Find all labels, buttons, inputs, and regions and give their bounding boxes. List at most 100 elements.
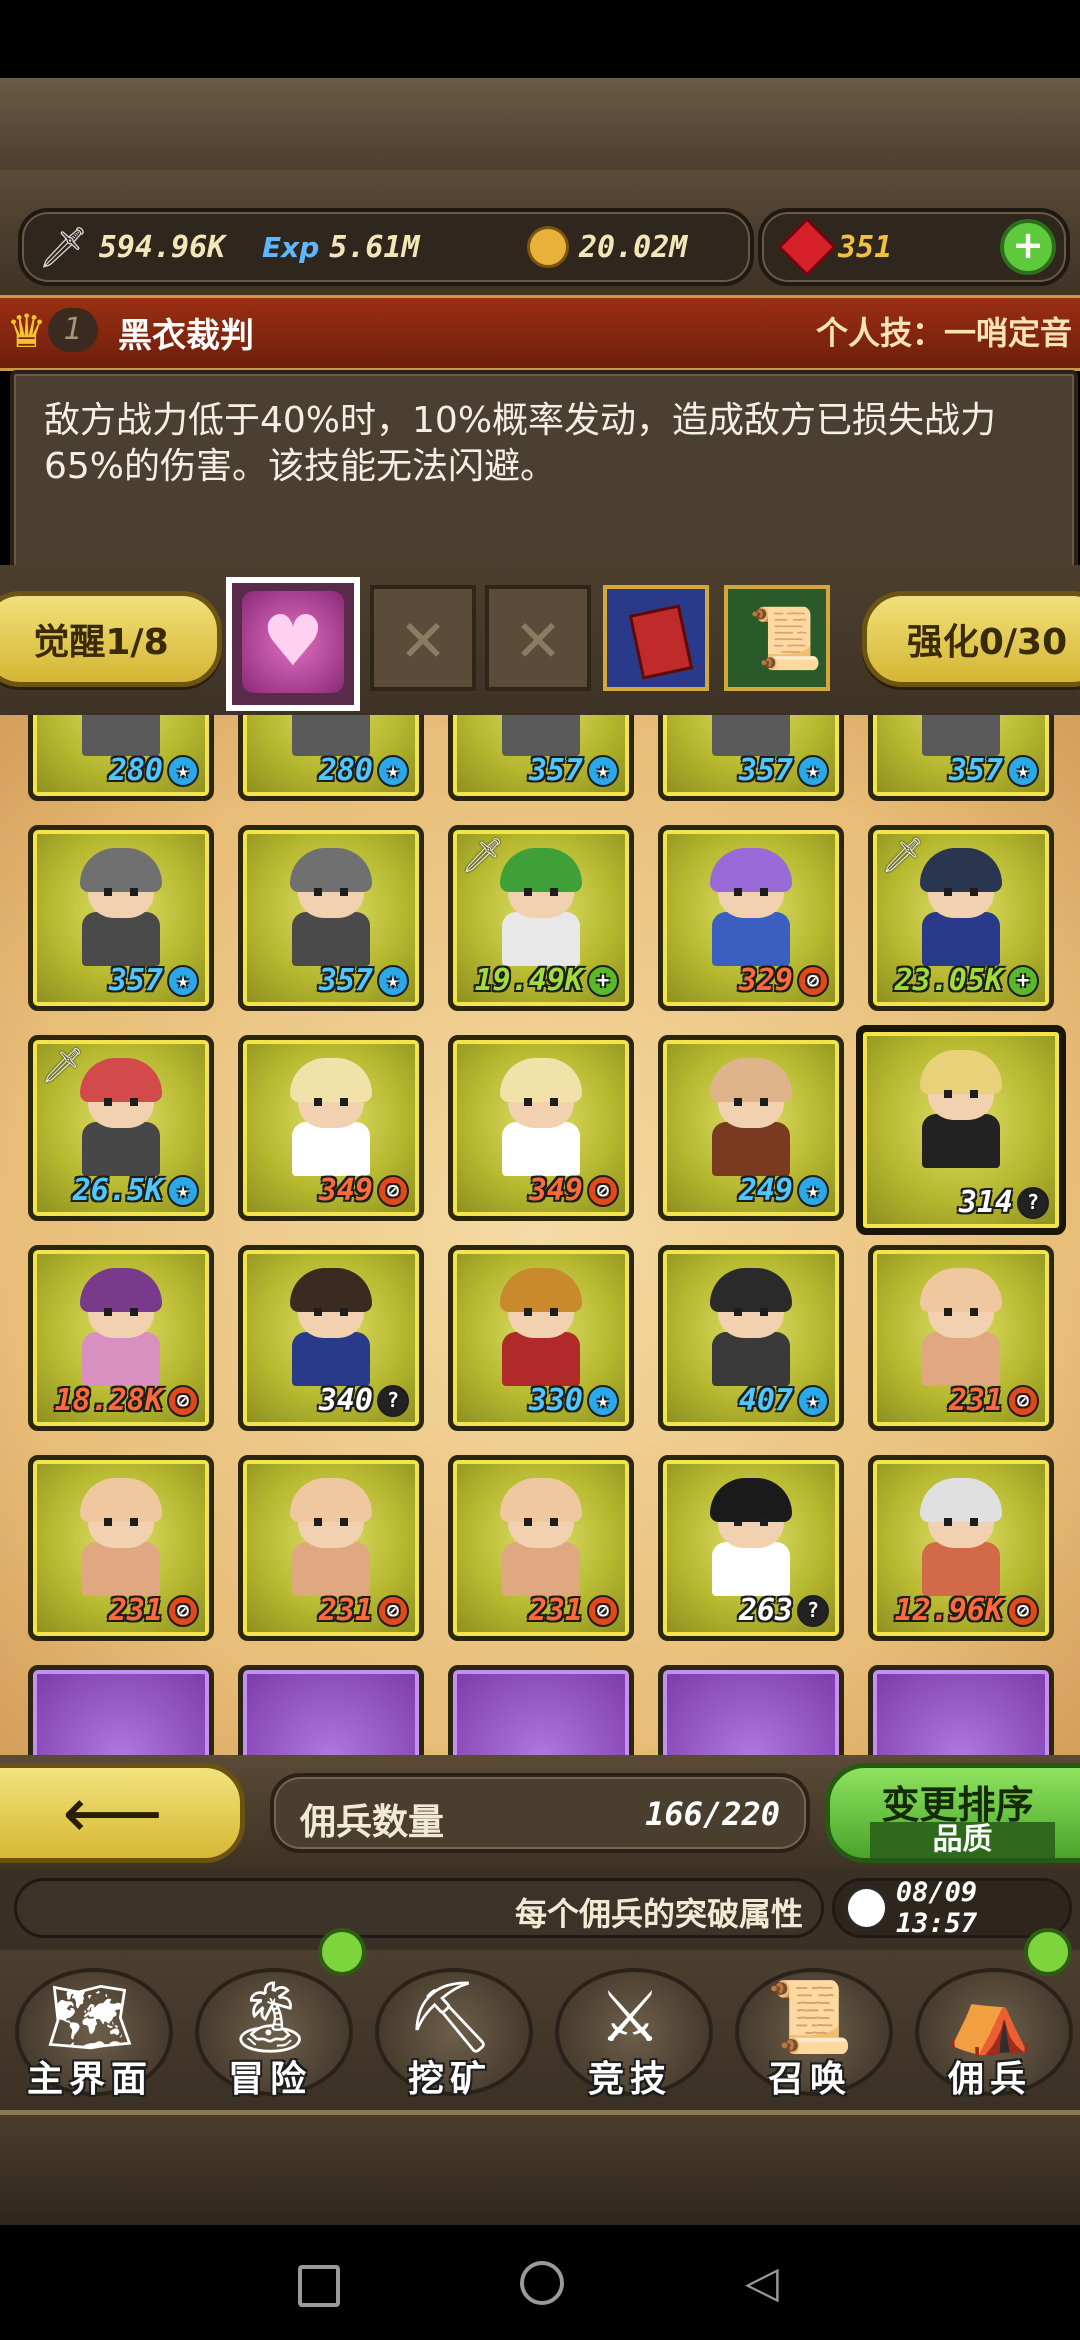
back-system-button[interactable]: ◁ <box>745 2257 779 2308</box>
time-display: 08/09 13:57 <box>832 1877 1072 1939</box>
nav-item[interactable]: 📜 召唤 <box>720 1950 900 2110</box>
sort-button[interactable]: 变更排序 品质 <box>825 1763 1080 1863</box>
summon-scroll-icon: 📜 <box>766 1976 854 2058</box>
add-gems-button[interactable]: + <box>1000 219 1056 275</box>
mercenary-card[interactable]: 231 ⊘ <box>448 1455 634 1641</box>
mercenary-card[interactable]: 231 ⊘ <box>238 1455 424 1641</box>
mercenary-card[interactable]: 357 ★ <box>238 825 424 1011</box>
slot-empty-1[interactable] <box>370 585 476 691</box>
mercenary-card[interactable] <box>28 1665 214 1755</box>
mercenary-card[interactable]: 329 ⊘ <box>658 825 844 1011</box>
mercenary-portrait <box>696 1478 806 1598</box>
mercenary-card[interactable]: 263? <box>658 1455 844 1641</box>
mercenary-card[interactable]: 231 ⊘ <box>28 1455 214 1641</box>
power-badge: 329 ⊘ <box>739 963 829 998</box>
mercenary-card[interactable]: 357 ★ <box>448 715 634 801</box>
slot-red-book[interactable] <box>603 585 709 691</box>
mercenary-card[interactable]: 349 ⊘ <box>448 1035 634 1221</box>
mercenary-card[interactable]: 357 ★ <box>658 715 844 801</box>
nav-item[interactable]: ⚔ 竞技 <box>540 1950 720 2110</box>
mercenary-portrait <box>696 1058 806 1178</box>
forbidden-icon: ⊘ <box>1007 1594 1039 1627</box>
book-icon <box>628 604 694 680</box>
mercenary-portrait <box>906 715 1016 758</box>
mercenary-card[interactable] <box>658 1665 844 1755</box>
power-value: 263 <box>738 1593 793 1628</box>
plus-icon: + <box>587 964 619 997</box>
mercenary-count-box: 佣兵数量 166/220 <box>270 1773 810 1853</box>
power-value: 280 <box>318 753 373 788</box>
mercenary-card[interactable]: 407 ★ <box>658 1245 844 1431</box>
power-value: 26.5K <box>72 1173 163 1208</box>
forbidden-icon: ⊘ <box>1007 1384 1039 1417</box>
mercenary-portrait <box>906 1268 1016 1388</box>
power-value: 231 <box>948 1383 1003 1418</box>
mercenary-card[interactable]: 314? <box>856 1025 1066 1235</box>
mercenary-card[interactable]: 330 ★ <box>448 1245 634 1431</box>
mercenary-card[interactable]: 349 ⊘ <box>238 1035 424 1221</box>
mercenary-portrait <box>66 1478 176 1598</box>
main-nav: 🗺 主界面 🏝 冒险 ⛏ 挖矿 ⚔ 竞技 📜 召唤 ⛺ 佣兵 <box>0 1928 1080 2110</box>
mercenary-card[interactable]: 357 ★ <box>28 825 214 1011</box>
mercenary-card[interactable]: 249 ★ <box>658 1035 844 1221</box>
tent-icon: ⛺ <box>946 1976 1034 2058</box>
mercenary-card[interactable]: 12.96K ⊘ <box>868 1455 1054 1641</box>
star-icon: ★ <box>377 754 409 787</box>
slot-scroll[interactable]: 📜 <box>724 585 830 691</box>
star-icon: ★ <box>587 754 619 787</box>
mercenary-card[interactable]: 357 ★ <box>868 715 1054 801</box>
enhance-button[interactable]: 强化0/30 <box>862 591 1080 687</box>
home-button[interactable] <box>520 2261 564 2305</box>
forbidden-icon: ⊘ <box>377 1174 409 1207</box>
question-icon: ? <box>377 1384 409 1417</box>
nav-item[interactable]: ⛏ 挖矿 <box>360 1950 540 2110</box>
attack-value: 594.96K <box>98 229 226 265</box>
pickaxe-icon: ⛏ <box>405 1976 495 2058</box>
mercenary-card[interactable]: 🗡 19.49K + <box>448 825 634 1011</box>
star-icon: ★ <box>797 754 829 787</box>
power-badge: 12.96K ⊘ <box>895 1593 1039 1628</box>
mercenary-card[interactable]: 231 ⊘ <box>868 1245 1054 1431</box>
mercenary-card[interactable] <box>868 1665 1054 1755</box>
gem-pill: 351 + <box>758 208 1070 286</box>
mercenary-portrait <box>66 1268 176 1388</box>
power-badge: 330 ★ <box>529 1383 619 1418</box>
power-badge: 18.28K ⊘ <box>55 1383 199 1418</box>
mercenary-card[interactable]: 🗡 26.5K ★ <box>28 1035 214 1221</box>
exp-value: 5.61M <box>329 229 420 265</box>
mercenary-card[interactable]: 18.28K ⊘ <box>28 1245 214 1431</box>
power-value: 357 <box>738 753 793 788</box>
skill-description-box: 敌方战力低于40%时，10%概率发动，造成敌方已损失战力65%的伤害。该技能无法… <box>10 370 1078 573</box>
awaken-button[interactable]: 觉醒1/8 <box>0 591 222 687</box>
back-button[interactable]: ⟵ <box>0 1763 245 1863</box>
mercenary-card[interactable]: 280 ★ <box>238 715 424 801</box>
mercenary-card[interactable] <box>238 1665 424 1755</box>
ruby-icon <box>777 217 837 277</box>
power-badge: 23.05K + <box>895 963 1039 998</box>
mercenary-card[interactable]: 🗡 23.05K + <box>868 825 1054 1011</box>
status-bar <box>0 0 1080 78</box>
mercenary-card[interactable]: 280 ★ <box>28 715 214 801</box>
forbidden-icon: ⊘ <box>587 1174 619 1207</box>
slot-empty-2[interactable] <box>485 585 591 691</box>
power-value: 12.96K <box>894 1593 1003 1628</box>
power-badge: 340? <box>319 1383 409 1418</box>
mercenary-card[interactable] <box>448 1665 634 1755</box>
mercenary-portrait <box>696 1268 806 1388</box>
mercenary-card[interactable]: 340? <box>238 1245 424 1431</box>
recents-button[interactable] <box>298 2265 340 2307</box>
mercenary-portrait <box>486 1478 596 1598</box>
power-value: 314 <box>958 1185 1013 1220</box>
forbidden-icon: ⊘ <box>797 964 829 997</box>
power-badge: 280 ★ <box>319 753 409 788</box>
notification-dot <box>318 1928 366 1976</box>
power-badge: 349 ⊘ <box>529 1173 619 1208</box>
power-badge: 314? <box>959 1185 1049 1220</box>
star-icon: ★ <box>587 1384 619 1417</box>
resource-bar: 🗡 594.96K Exp 5.61M 20.02M 351 + <box>0 170 1080 295</box>
slot-broken-heart[interactable]: ♥ <box>226 577 360 711</box>
gold-resource: 20.02M <box>527 212 687 282</box>
nav-item[interactable]: 🗺 主界面 <box>0 1950 180 2110</box>
nav-label: 挖矿 <box>407 2059 492 2100</box>
power-badge: 263? <box>739 1593 829 1628</box>
